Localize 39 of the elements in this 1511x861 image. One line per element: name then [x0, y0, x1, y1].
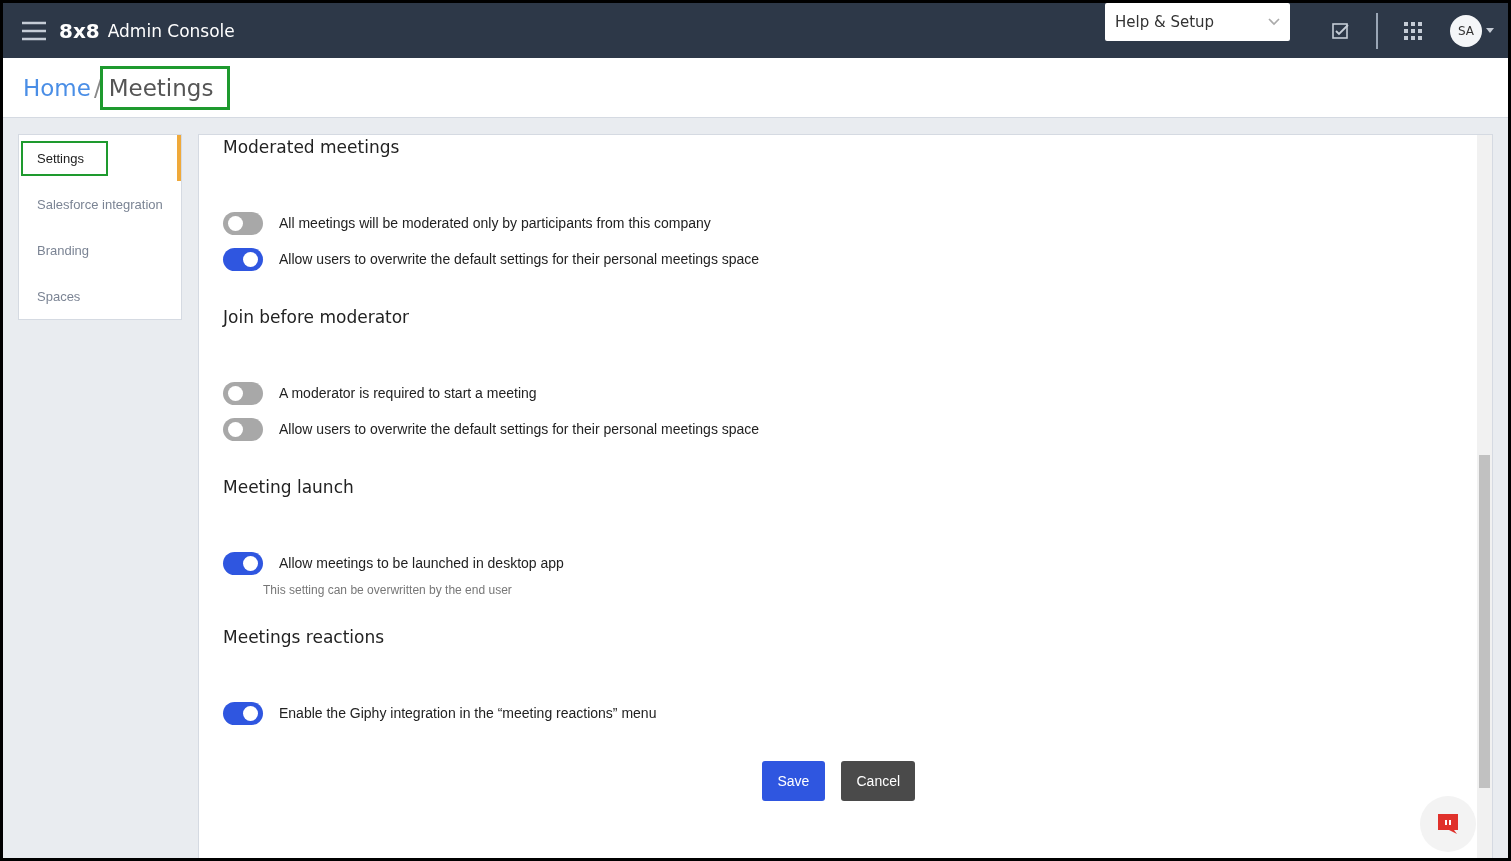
caret-icon[interactable]: [1486, 28, 1494, 33]
setting-label: A moderator is required to start a meeting: [279, 385, 537, 401]
toggle-switch[interactable]: [223, 417, 263, 441]
section-title: Meeting launch: [223, 477, 355, 497]
sidebar-item[interactable]: Spaces: [19, 273, 181, 319]
logo: 8x8: [59, 18, 100, 43]
toggle-switch[interactable]: [223, 381, 263, 405]
chat-bubble-icon: [1436, 812, 1460, 836]
section-title: Meetings reactions: [223, 627, 386, 647]
toggle-switch[interactable]: [223, 551, 263, 575]
section-title: Join before moderator: [223, 307, 411, 327]
help-dropdown[interactable]: Help & Setup: [1105, 3, 1290, 41]
section-title: Moderated meetings: [223, 137, 401, 157]
setting-label: Allow meetings to be launched in desktop app: [279, 555, 564, 571]
page-title: Meetings: [99, 65, 231, 110]
setting-label: Enable the Giphy integration in the “meeting reactions” menu: [279, 705, 657, 721]
checkbox-icon[interactable]: [1332, 21, 1350, 40]
sidebar-label: Settings: [21, 140, 108, 176]
save-button[interactable]: Save: [761, 761, 825, 801]
app-grid-icon[interactable]: [1404, 21, 1422, 40]
setting-label: Allow users to overwrite the default settings for their personal meetings space: [279, 421, 760, 437]
setting-label: Allow users to overwrite the default settings for their personal meetings space: [279, 251, 760, 267]
chevron-down-icon: [1268, 17, 1280, 26]
menu-icon[interactable]: [21, 20, 47, 41]
sidebar-item[interactable]: Salesforce integration: [19, 181, 181, 227]
sidebar-label: Branding: [36, 241, 91, 260]
sidebar-label: Salesforce integration: [36, 195, 164, 214]
scrollbar[interactable]: [1477, 135, 1492, 858]
sidebar-item[interactable]: Branding: [19, 227, 181, 273]
setting-note: This setting can be overwritten by the end user: [263, 583, 513, 597]
app-title: Admin Console: [107, 20, 235, 41]
toggle-switch[interactable]: [223, 211, 263, 235]
toggle-switch[interactable]: [223, 247, 263, 271]
toggle-switch[interactable]: [223, 701, 263, 725]
sidebar-label: Spaces: [36, 287, 82, 306]
setting-label: All meetings will be moderated only by participants from this company: [279, 215, 711, 231]
user-avatar[interactable]: SA: [1450, 14, 1482, 47]
cancel-button[interactable]: Cancel: [840, 761, 915, 801]
sidebar-item[interactable]: Settings: [19, 135, 181, 181]
